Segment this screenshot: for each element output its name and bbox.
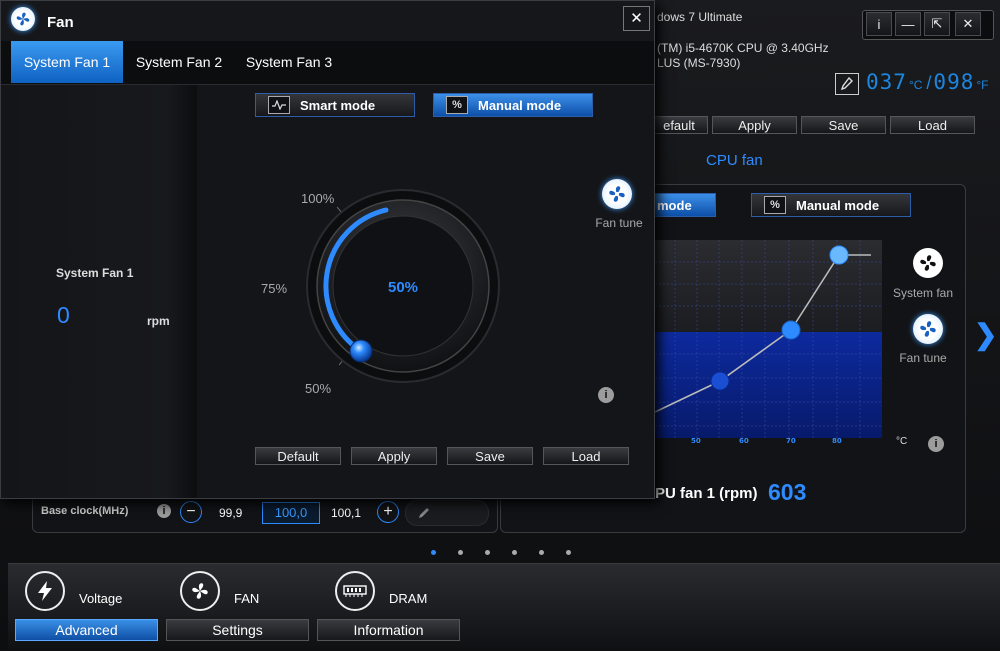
increase-button[interactable]: + — [377, 501, 399, 523]
curve-point[interactable] — [781, 320, 801, 340]
apply-button[interactable]: Apply — [712, 116, 797, 134]
edit-field[interactable] — [405, 500, 489, 526]
decrease-button[interactable]: − — [180, 501, 202, 523]
base-clock-high: 100,1 — [331, 506, 362, 520]
readout-label: System Fan 1 — [56, 266, 134, 280]
os-info: dows 7 Ultimate — [657, 10, 743, 24]
restore-button[interactable]: ⇱ — [924, 12, 950, 36]
dialog-load-button[interactable]: Load — [543, 447, 629, 465]
fan-nav-icon[interactable] — [180, 571, 220, 611]
info-button[interactable]: i — [866, 12, 892, 36]
dram-icon[interactable] — [335, 571, 375, 611]
system-fan-icon[interactable] — [913, 248, 943, 278]
curve-point[interactable] — [710, 371, 730, 391]
cpu-smart-mode-label: mode — [657, 197, 692, 213]
fan-dialog: Fan ✕ System Fan 1 System Fan 2 System F… — [0, 0, 655, 499]
tab-information[interactable]: Information — [317, 619, 460, 641]
page-dot[interactable] — [458, 550, 463, 555]
page-dot[interactable] — [539, 550, 544, 555]
system-fan-label: System fan — [892, 286, 954, 300]
fan-tune-icon[interactable] — [913, 314, 943, 344]
dial-knob[interactable] — [349, 339, 373, 363]
x-tick-label: 80 — [832, 437, 842, 445]
cpu-fan-rpm-label: PU fan 1 (rpm) — [655, 485, 758, 502]
temperature-readout: 037 °C / 098 °F — [866, 70, 989, 94]
base-clock-label: Base clock(MHz) — [41, 505, 129, 517]
page-dot[interactable] — [485, 550, 490, 555]
temp-celsius-value: 037 — [866, 70, 907, 94]
voltage-icon[interactable] — [25, 571, 65, 611]
cpu-fan-rpm-value: 603 — [768, 479, 807, 505]
next-page-arrow[interactable]: ❯ — [974, 318, 997, 351]
base-clock-low: 99,9 — [219, 506, 243, 520]
info-icon[interactable]: i — [157, 504, 171, 518]
fan-nav-label[interactable]: FAN — [234, 591, 259, 606]
fan-curve-chart[interactable]: 50 60 70 80 — [655, 238, 883, 448]
info-icon[interactable]: i — [598, 387, 614, 403]
pencil-icon — [419, 508, 429, 518]
waveform-icon — [268, 96, 290, 114]
page-dots — [431, 550, 571, 555]
load-button[interactable]: Load — [890, 116, 975, 134]
fan-tune-icon[interactable] — [602, 179, 632, 209]
dialog-close-button[interactable]: ✕ — [623, 6, 650, 31]
board-info: LUS (MS-7930) — [657, 56, 741, 70]
smart-mode-button[interactable]: Smart mode — [255, 93, 415, 117]
temp-celsius-unit: °C — [908, 78, 923, 92]
tab-system-fan-1[interactable]: System Fan 1 — [11, 41, 123, 83]
manual-mode-label: Manual mode — [478, 97, 562, 113]
dial-tick-75: 75% — [261, 281, 288, 296]
smart-mode-label: Smart mode — [300, 97, 376, 113]
tab-advanced[interactable]: Advanced — [15, 619, 158, 641]
fan-tune-label: Fan tune — [899, 351, 947, 365]
page-dot[interactable] — [431, 550, 436, 555]
dialog-apply-button[interactable]: Apply — [351, 447, 437, 465]
default-button[interactable]: efault — [650, 116, 708, 134]
fan-app-icon — [11, 7, 35, 31]
dial-value: 50% — [388, 279, 418, 296]
cpu-manual-mode-label: Manual mode — [796, 197, 880, 213]
save-button[interactable]: Save — [801, 116, 886, 134]
close-button[interactable]: ✕ — [955, 12, 981, 36]
curve-point[interactable] — [829, 245, 849, 265]
tab-system-fan-3[interactable]: System Fan 3 — [239, 41, 339, 83]
x-tick-label: 70 — [786, 437, 796, 445]
cpu-fan-title: CPU fan — [706, 152, 763, 169]
x-tick-label: 60 — [739, 437, 749, 445]
dialog-title: Fan — [47, 14, 74, 31]
percent-icon: % — [446, 96, 468, 114]
cpu-smart-mode-button[interactable]: mode — [650, 193, 716, 217]
fan-speed-dial[interactable]: 50% — [291, 179, 516, 394]
page-dot[interactable] — [566, 550, 571, 555]
temp-fahrenheit-value: 098 — [933, 70, 975, 94]
fan-readout-panel — [1, 85, 197, 498]
dialog-default-button[interactable]: Default — [255, 447, 341, 465]
dial-tick-50: 50% — [305, 381, 332, 396]
cpu-manual-mode-button[interactable]: % Manual mode — [751, 193, 911, 217]
info-icon[interactable]: i — [928, 436, 944, 452]
dialog-title-bar[interactable] — [1, 1, 654, 41]
dram-label[interactable]: DRAM — [389, 591, 427, 606]
temp-fahrenheit-unit: °F — [976, 78, 989, 92]
tab-system-fan-2[interactable]: System Fan 2 — [129, 41, 229, 83]
dial-tick-100: 100% — [301, 191, 335, 206]
base-clock-value[interactable]: 100,0 — [262, 502, 320, 524]
thermometer-icon — [835, 73, 859, 95]
minimize-button[interactable]: — — [895, 12, 921, 36]
x-axis-unit: °C — [896, 436, 908, 447]
tab-settings[interactable]: Settings — [166, 619, 309, 641]
voltage-label[interactable]: Voltage — [79, 591, 122, 606]
manual-mode-button[interactable]: % Manual mode — [433, 93, 593, 117]
fan-tune-label: Fan tune — [595, 216, 643, 230]
percent-icon: % — [764, 196, 786, 214]
readout-unit: rpm — [147, 314, 170, 328]
cpu-info: (TM) i5-4670K CPU @ 3.40GHz — [657, 41, 829, 55]
page-dot[interactable] — [512, 550, 517, 555]
x-tick-label: 50 — [691, 437, 701, 445]
dialog-save-button[interactable]: Save — [447, 447, 533, 465]
readout-value: 0 — [57, 302, 70, 328]
